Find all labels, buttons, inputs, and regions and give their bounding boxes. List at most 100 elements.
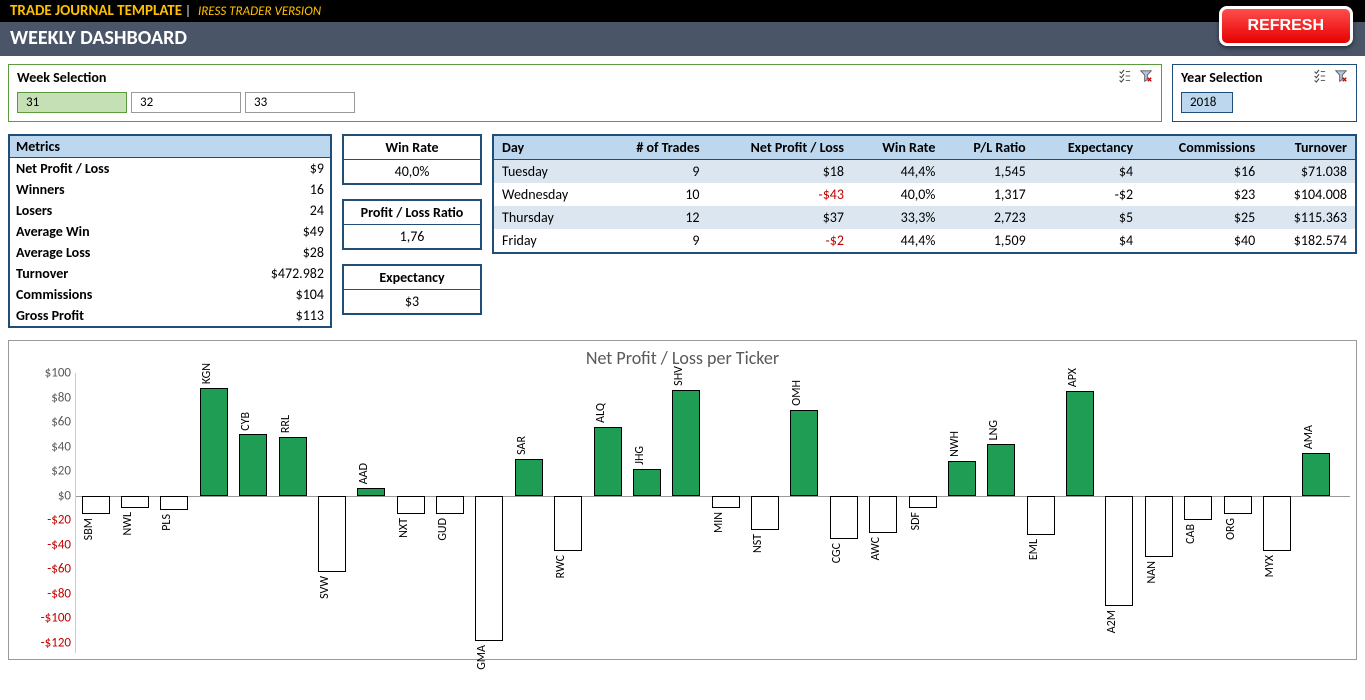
week-item[interactable]: 32 — [131, 92, 241, 113]
multi-select-icon[interactable] — [1312, 69, 1326, 83]
y-axis-tick: -$120 — [41, 636, 71, 651]
day-table-cell: -$2 — [708, 229, 852, 253]
day-table-cell: 44,4% — [852, 229, 943, 253]
stat-box: Expectancy$3 — [342, 264, 482, 315]
chart-bar: ORG — [1224, 373, 1252, 643]
day-table-cell: 44,4% — [852, 160, 943, 184]
metrics-row: Turnover$472.982 — [10, 263, 330, 284]
day-table-cell: 1,317 — [943, 183, 1033, 206]
day-table-cell: -$2 — [1034, 183, 1141, 206]
year-selection-panel: Year Selection 2018 — [1172, 64, 1357, 122]
metrics-row: Net Profit / Loss$9 — [10, 158, 330, 179]
day-table-header: Commissions — [1141, 135, 1263, 160]
week-selection-panel: Week Selection 313233 — [8, 64, 1162, 122]
year-selection-title: Year Selection — [1181, 69, 1263, 86]
chart-bar: CGC — [830, 373, 858, 643]
metrics-row: Average Loss $28 — [10, 242, 330, 263]
chart-y-axis: $100$80$60$40$20$0-$20-$40-$60-$80-$100-… — [15, 373, 75, 653]
chart-bar-label: CGC — [830, 543, 858, 563]
chart-bar: RWC — [554, 373, 582, 643]
week-item[interactable]: 31 — [17, 92, 127, 113]
y-axis-tick: $40 — [51, 439, 71, 454]
chart-panel: Net Profit / Loss per Ticker $100$80$60$… — [8, 340, 1357, 660]
chart-bar-label: KGN — [200, 363, 228, 384]
chart-bar-label: NWL — [121, 512, 149, 535]
metrics-value: $104 — [296, 286, 324, 303]
day-table-cell: $4 — [1034, 160, 1141, 184]
metrics-value: $28 — [303, 244, 324, 261]
day-table-panel: Day# of TradesNet Profit / LossWin RateP… — [492, 134, 1357, 328]
y-axis-tick: $100 — [45, 366, 71, 381]
metrics-label: Average Win — [16, 223, 90, 240]
chart-bar: MYX — [1263, 373, 1291, 643]
chart-bar: AAD — [357, 373, 385, 643]
day-table-cell: 9 — [603, 229, 708, 253]
day-table-cell: $182.574 — [1263, 229, 1356, 253]
metrics-label: Winners — [16, 181, 65, 198]
metrics-label: Average Loss — [16, 244, 90, 261]
day-table-cell: 40,0% — [852, 183, 943, 206]
chart-bar: NWH — [948, 373, 976, 643]
clear-filter-icon[interactable] — [1334, 69, 1348, 83]
day-table-cell: $115.363 — [1263, 206, 1356, 229]
day-table-header: Expectancy — [1034, 135, 1141, 160]
day-table-cell: $16 — [1141, 160, 1263, 184]
day-table-row: Friday9-$244,4%1,509$4$40$182.574 — [493, 229, 1356, 253]
chart-bar-label: JHG — [633, 446, 661, 465]
chart-bar: EML — [1027, 373, 1055, 643]
day-table-cell: $5 — [1034, 206, 1141, 229]
y-axis-tick: $60 — [51, 415, 71, 430]
chart-bar-label: NST — [751, 534, 779, 553]
metrics-value: $113 — [296, 307, 324, 324]
metrics-label: Commissions — [16, 286, 92, 303]
clear-filter-icon[interactable] — [1139, 69, 1153, 83]
refresh-button[interactable]: REFRESH — [1219, 6, 1353, 46]
y-axis-tick: -$80 — [47, 586, 71, 601]
chart-bar-label: LNG — [987, 420, 1015, 440]
metrics-value: 16 — [310, 181, 324, 198]
day-table-cell: Thursday — [493, 206, 603, 229]
day-table-cell: $71.038 — [1263, 160, 1356, 184]
metrics-value: 24 — [310, 202, 324, 219]
chart-bar-label: MYX — [1263, 555, 1291, 577]
chart-bar-label: SHV — [672, 366, 700, 386]
chart-plot-area: SBMNWLPLSKGNCYBRRLSVWAADNXTGUDGMASARRWCA… — [75, 373, 1350, 653]
y-axis-tick: -$100 — [41, 611, 71, 626]
chart-bar: SHV — [672, 373, 700, 643]
chart-bar: AMA — [1302, 373, 1330, 643]
multi-select-icon[interactable] — [1117, 69, 1131, 83]
stat-box-value: 1,76 — [344, 225, 480, 248]
day-table-row: Thursday12$3733,3%2,723$5$25$115.363 — [493, 206, 1356, 229]
day-table-cell: 12 — [603, 206, 708, 229]
day-table-cell: $40 — [1141, 229, 1263, 253]
y-axis-tick: -$20 — [47, 513, 71, 528]
y-axis-tick: $0 — [58, 488, 71, 503]
year-items-container: 2018 — [1181, 92, 1348, 113]
metrics-row: Gross Profit$113 — [10, 305, 330, 326]
metrics-value: $49 — [303, 223, 324, 240]
y-axis-tick: -$40 — [47, 537, 71, 552]
chart-bar: NWL — [121, 373, 149, 643]
chart-bar-label: GMA — [475, 645, 503, 670]
day-table-cell: $25 — [1141, 206, 1263, 229]
chart-bar: PLS — [160, 373, 188, 643]
day-table-cell: 33,3% — [852, 206, 943, 229]
day-table-cell: -$43 — [708, 183, 852, 206]
stat-boxes: Win Rate40,0%Profit / Loss Ratio1,76Expe… — [342, 134, 482, 328]
chart-bar-label: SVW — [318, 576, 346, 599]
day-table-cell: Wednesday — [493, 183, 603, 206]
metrics-value: $9 — [310, 160, 324, 177]
stat-box-title: Expectancy — [344, 266, 480, 290]
day-table-cell: 9 — [603, 160, 708, 184]
y-axis-tick: -$60 — [47, 562, 71, 577]
metrics-row: Average Win $49 — [10, 221, 330, 242]
day-table-cell: 10 — [603, 183, 708, 206]
chart-bar-label: GUD — [436, 518, 464, 541]
chart-bar-label: CYB — [239, 412, 267, 431]
year-item[interactable]: 2018 — [1181, 92, 1233, 113]
dashboard-title: WEEKLY DASHBOARD — [10, 26, 1355, 50]
day-table-cell: Friday — [493, 229, 603, 253]
metrics-value: $472.982 — [271, 265, 324, 282]
week-item[interactable]: 33 — [245, 92, 355, 113]
day-table-header: P/L Ratio — [943, 135, 1033, 160]
